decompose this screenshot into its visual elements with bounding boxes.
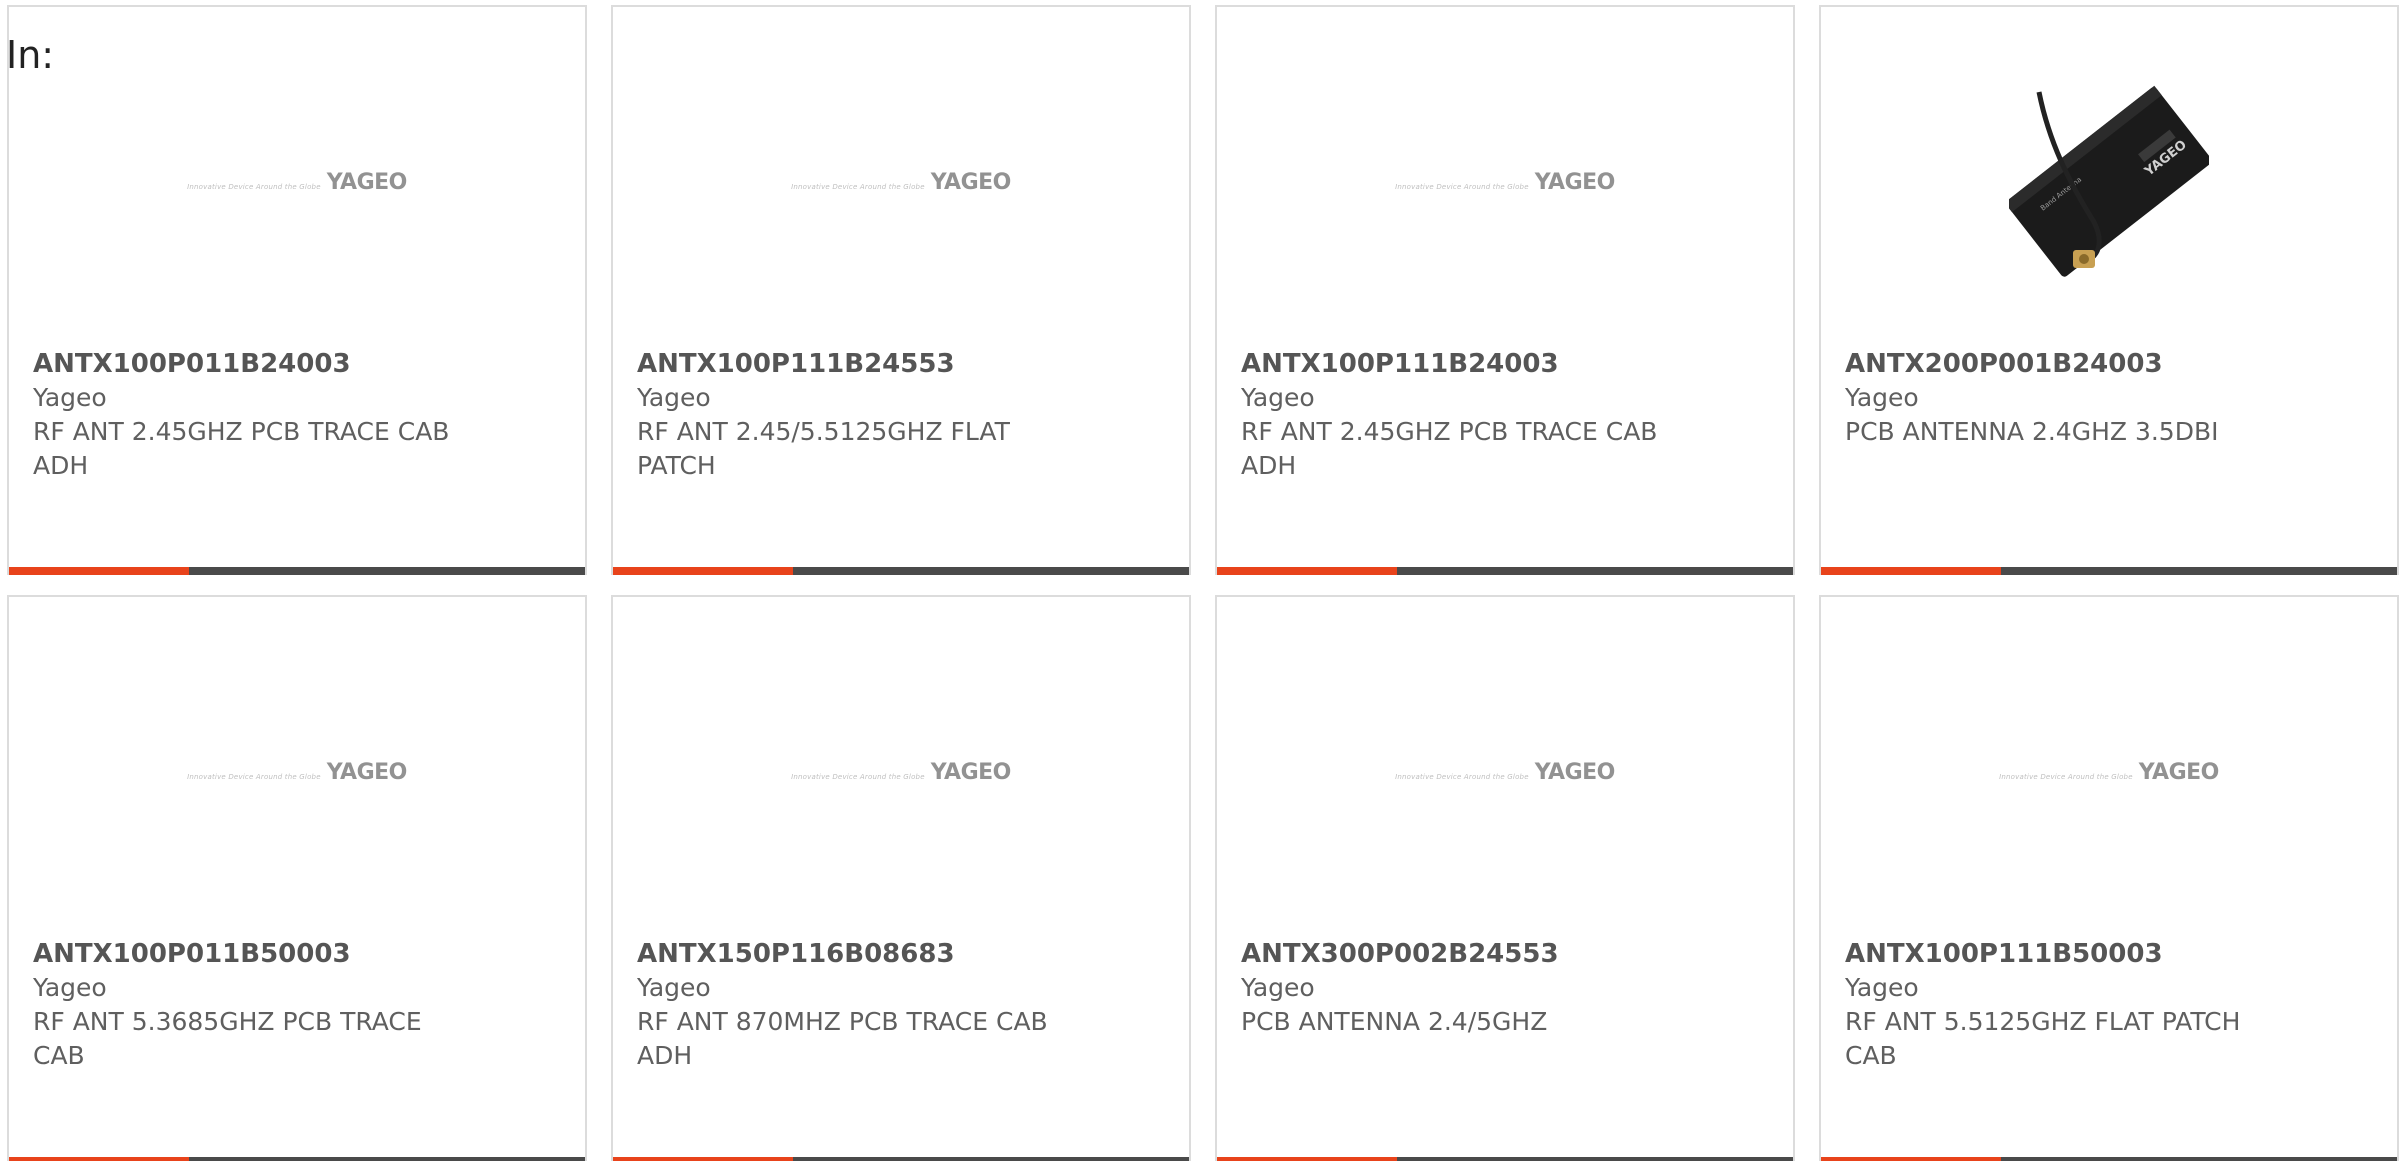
part-number[interactable]: ANTX100P011B50003 xyxy=(33,937,493,971)
product-thumbnail[interactable]: Innovative Device Around the Globe YAGEO xyxy=(1217,67,1793,297)
yageo-logo: Innovative Device Around the Globe YAGEO xyxy=(187,169,407,195)
part-number[interactable]: ANTX150P116B08683 xyxy=(637,937,1097,971)
antenna-product-photo: YAGEO Band Antenna xyxy=(2009,82,2209,282)
card-accent-bar xyxy=(613,1157,793,1161)
card-accent-bar xyxy=(613,567,793,575)
manufacturer: Yageo xyxy=(637,973,711,1002)
filter-prefix-label: In: xyxy=(6,33,55,77)
product-description: RF ANT 5.5125GHZ FLAT PATCH CAB xyxy=(1845,1007,2241,1070)
product-card[interactable]: Innovative Device Around the Globe YAGEO… xyxy=(1819,595,2399,1161)
product-description: RF ANT 870MHZ PCB TRACE CAB ADH xyxy=(637,1007,1048,1070)
yageo-logo: Innovative Device Around the Globe YAGEO xyxy=(1999,759,2219,785)
product-card[interactable]: Innovative Device Around the Globe YAGEO… xyxy=(1215,5,1795,575)
product-thumbnail[interactable]: Innovative Device Around the Globe YAGEO xyxy=(613,67,1189,297)
product-description: RF ANT 2.45GHZ PCB TRACE CAB ADH xyxy=(1241,417,1658,480)
product-info: ANTX200P001B24003 Yageo PCB ANTENNA 2.4G… xyxy=(1845,347,2305,449)
product-thumbnail[interactable]: Innovative Device Around the Globe YAGEO xyxy=(9,657,585,887)
product-info: ANTX100P111B24003 Yageo RF ANT 2.45GHZ P… xyxy=(1241,347,1701,483)
card-footer-bar xyxy=(1217,1157,1793,1161)
manufacturer: Yageo xyxy=(1241,383,1315,412)
part-number[interactable]: ANTX300P002B24553 xyxy=(1241,937,1701,971)
manufacturer: Yageo xyxy=(33,383,107,412)
product-grid: Innovative Device Around the Globe YAGEO… xyxy=(0,0,2400,1161)
product-info: ANTX100P011B24003 Yageo RF ANT 2.45GHZ P… xyxy=(33,347,493,483)
yageo-logo: Innovative Device Around the Globe YAGEO xyxy=(1395,169,1615,195)
product-description: PCB ANTENNA 2.4/5GHZ xyxy=(1241,1007,1548,1036)
product-info: ANTX100P011B50003 Yageo RF ANT 5.3685GHZ… xyxy=(33,937,493,1073)
part-number[interactable]: ANTX200P001B24003 xyxy=(1845,347,2305,381)
product-card[interactable]: Innovative Device Around the Globe YAGEO… xyxy=(611,5,1191,575)
card-accent-bar xyxy=(1821,567,2001,575)
card-footer-bar xyxy=(613,1157,1189,1161)
card-accent-bar xyxy=(9,567,189,575)
product-thumbnail[interactable]: YAGEO Band Antenna xyxy=(1821,67,2397,297)
product-card[interactable]: Innovative Device Around the Globe YAGEO… xyxy=(7,5,587,575)
card-accent-bar xyxy=(9,1157,189,1161)
yageo-logo: Innovative Device Around the Globe YAGEO xyxy=(791,759,1011,785)
product-thumbnail[interactable]: Innovative Device Around the Globe YAGEO xyxy=(1821,657,2397,887)
part-number[interactable]: ANTX100P111B50003 xyxy=(1845,937,2305,971)
product-card[interactable]: Innovative Device Around the Globe YAGEO… xyxy=(611,595,1191,1161)
manufacturer: Yageo xyxy=(1241,973,1315,1002)
product-thumbnail[interactable]: Innovative Device Around the Globe YAGEO xyxy=(1217,657,1793,887)
product-info: ANTX300P002B24553 Yageo PCB ANTENNA 2.4/… xyxy=(1241,937,1701,1039)
part-number[interactable]: ANTX100P011B24003 xyxy=(33,347,493,381)
yageo-logo: Innovative Device Around the Globe YAGEO xyxy=(187,759,407,785)
yageo-logo: Innovative Device Around the Globe YAGEO xyxy=(1395,759,1615,785)
card-footer-bar xyxy=(9,1157,585,1161)
card-footer-bar xyxy=(1821,1157,2397,1161)
manufacturer: Yageo xyxy=(33,973,107,1002)
card-footer-bar xyxy=(9,567,585,575)
product-card[interactable]: Innovative Device Around the Globe YAGEO… xyxy=(7,595,587,1161)
product-description: PCB ANTENNA 2.4GHZ 3.5DBI xyxy=(1845,417,2219,446)
yageo-logo: Innovative Device Around the Globe YAGEO xyxy=(791,169,1011,195)
card-footer-bar xyxy=(613,567,1189,575)
product-thumbnail[interactable]: Innovative Device Around the Globe YAGEO xyxy=(613,657,1189,887)
product-grid-page: In: Innovative Device Around the Globe Y… xyxy=(0,0,2400,1161)
product-thumbnail[interactable]: Innovative Device Around the Globe YAGEO xyxy=(9,67,585,297)
manufacturer: Yageo xyxy=(1845,973,1919,1002)
part-number[interactable]: ANTX100P111B24553 xyxy=(637,347,1097,381)
product-info: ANTX100P111B50003 Yageo RF ANT 5.5125GHZ… xyxy=(1845,937,2305,1073)
product-info: ANTX150P116B08683 Yageo RF ANT 870MHZ PC… xyxy=(637,937,1097,1073)
product-info: ANTX100P111B24553 Yageo RF ANT 2.45/5.51… xyxy=(637,347,1097,483)
card-footer-bar xyxy=(1821,567,2397,575)
card-footer-bar xyxy=(1217,567,1793,575)
part-number[interactable]: ANTX100P111B24003 xyxy=(1241,347,1701,381)
product-description: RF ANT 2.45GHZ PCB TRACE CAB ADH xyxy=(33,417,450,480)
product-description: RF ANT 5.3685GHZ PCB TRACE CAB xyxy=(33,1007,422,1070)
manufacturer: Yageo xyxy=(1845,383,1919,412)
product-description: RF ANT 2.45/5.5125GHZ FLAT PATCH xyxy=(637,417,1010,480)
product-card[interactable]: Innovative Device Around the Globe YAGEO… xyxy=(1215,595,1795,1161)
manufacturer: Yageo xyxy=(637,383,711,412)
card-accent-bar xyxy=(1217,1157,1397,1161)
card-accent-bar xyxy=(1217,567,1397,575)
product-card[interactable]: YAGEO Band Antenna ANTX200P001B24003 Yag… xyxy=(1819,5,2399,575)
card-accent-bar xyxy=(1821,1157,2001,1161)
